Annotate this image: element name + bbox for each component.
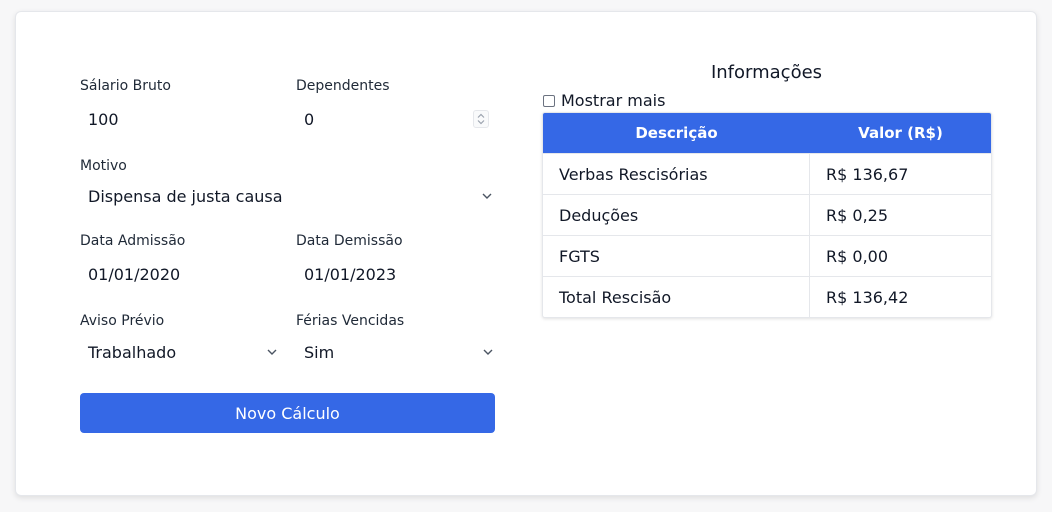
admissao-field: Data Admissão 01/01/2020 [80, 232, 280, 284]
results-table: Descrição Valor (R$) Verbas Rescisórias … [542, 112, 992, 318]
salario-label: Sálario Bruto [80, 78, 171, 94]
cell-valor: R$ 0,25 [826, 205, 889, 225]
cell-descricao: FGTS [543, 236, 810, 276]
spinner-icon[interactable] [473, 110, 489, 128]
ferias-value: Sim [304, 342, 335, 362]
checkbox-icon[interactable] [543, 94, 555, 107]
column-header-valor: Valor (R$) [858, 124, 943, 142]
admissao-date-input[interactable]: 01/01/2020 [80, 257, 280, 291]
table-row: Deduções R$ 0,25 [543, 194, 991, 235]
dependentes-label: Dependentes [296, 78, 390, 94]
table-row: Total Rescisão R$ 136,42 [543, 276, 991, 317]
calculator-card: Sálario Bruto 100 Dependentes 0 Motivo D… [15, 11, 1037, 496]
aviso-label: Aviso Prévio [80, 313, 165, 329]
chevron-down-icon [482, 346, 494, 358]
table-row: Verbas Rescisórias R$ 136,67 [543, 153, 991, 194]
motivo-label: Motivo [80, 158, 127, 174]
demissao-field: Data Demissão 01/01/2023 [296, 232, 496, 284]
salario-input[interactable]: 100 [80, 102, 280, 136]
motivo-field: Motivo Dispensa de justa causa [80, 157, 495, 206]
dependentes-value: 0 [304, 109, 315, 129]
admissao-label: Data Admissão [80, 233, 186, 249]
aviso-select[interactable]: Trabalhado [80, 335, 280, 369]
table-row: FGTS R$ 0,00 [543, 235, 991, 276]
admissao-value: 01/01/2020 [88, 264, 181, 284]
cell-descricao: Deduções [543, 195, 810, 235]
dependentes-input[interactable]: 0 [296, 102, 491, 136]
cell-valor: R$ 136,42 [826, 287, 909, 307]
salario-value: 100 [88, 109, 119, 129]
column-header-descricao: Descrição [635, 124, 718, 142]
aviso-value: Trabalhado [88, 342, 177, 362]
table-header: Descrição Valor (R$) [543, 113, 991, 153]
cell-valor: R$ 136,67 [826, 164, 909, 184]
demissao-value: 01/01/2023 [304, 264, 397, 284]
motivo-select[interactable]: Dispensa de justa causa [80, 179, 495, 213]
dependentes-field: Dependentes 0 [296, 77, 496, 129]
ferias-label: Férias Vencidas [296, 313, 405, 329]
cell-valor: R$ 0,00 [826, 246, 889, 266]
ferias-field: Férias Vencidas Sim [296, 312, 496, 362]
novo-calculo-button[interactable]: Novo Cálculo [80, 393, 495, 433]
ferias-select[interactable]: Sim [296, 335, 496, 369]
demissao-label: Data Demissão [296, 233, 403, 249]
spinner-arrows-icon [477, 113, 485, 125]
aviso-field: Aviso Prévio Trabalhado [80, 312, 280, 362]
chevron-down-icon [481, 190, 493, 202]
motivo-value: Dispensa de justa causa [88, 186, 283, 206]
cell-descricao: Total Rescisão [543, 277, 810, 317]
show-more-toggle[interactable]: Mostrar mais [543, 91, 665, 110]
salario-field: Sálario Bruto 100 [80, 77, 280, 129]
cell-descricao: Verbas Rescisórias [543, 154, 810, 194]
show-more-label: Mostrar mais [561, 91, 666, 110]
info-title: Informações [710, 62, 823, 83]
demissao-date-input[interactable]: 01/01/2023 [296, 257, 496, 291]
chevron-down-icon [266, 346, 278, 358]
